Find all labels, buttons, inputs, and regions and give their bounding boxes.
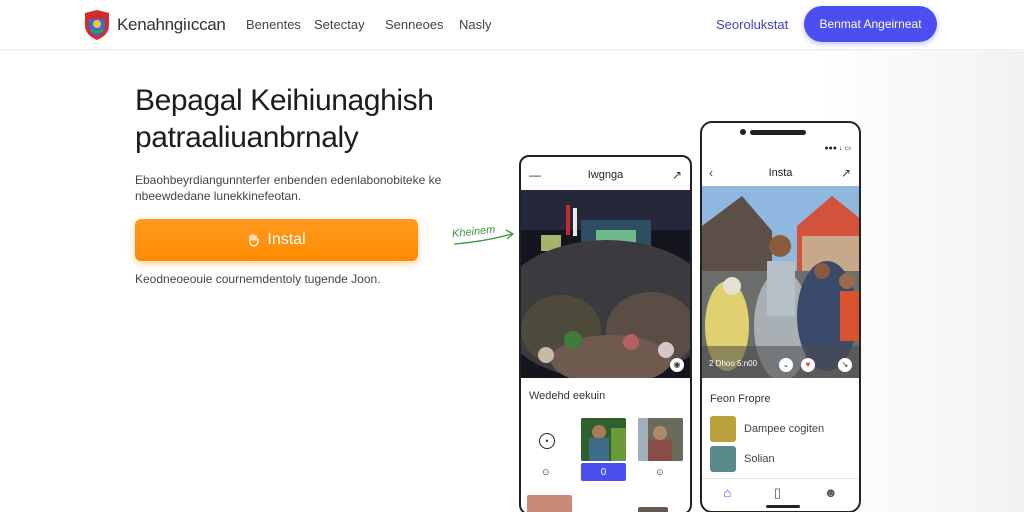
stat-1: ⊙ — [542, 467, 550, 477]
phone1-section-label: Wedehd eekuin — [529, 390, 606, 402]
thumbnail-2[interactable] — [638, 418, 683, 461]
phone2-header: ‹ Insta ↗ — [702, 165, 859, 181]
thumbnail-2-image — [638, 418, 683, 461]
phone1-header: — Iwgnga ↗ — [521, 167, 690, 183]
list-item[interactable]: Solian — [710, 446, 775, 472]
user-icon[interactable]: ☻ — [824, 485, 838, 500]
install-label: Instal — [267, 231, 306, 248]
list-item-thumbnail — [710, 446, 736, 472]
hero-title-line-1: Bepagal Keihiunaghish — [135, 84, 434, 117]
phone-icon[interactable]: ▯ — [774, 485, 781, 501]
phone-mockup-profile: ●●● ↓ ▭ ‹ Insta ↗ 2 Dhoo 5:n00 ⌄ ♥ ↘ Feo… — [700, 121, 861, 512]
back-icon[interactable]: ‹ — [709, 167, 713, 179]
thumbnail-1-image — [581, 418, 626, 461]
heart-icon[interactable]: ♥ — [801, 358, 815, 372]
phone-mockup-feed: — Iwgnga ↗ ◉ Wedehd eekuin • ⊙ 0 ⊙ — [519, 155, 692, 512]
hero-title-line-2: patraaliuanbrnaly — [135, 121, 359, 154]
phone1-title: Iwgnga — [587, 169, 624, 181]
concert-photo[interactable]: ◉ — [521, 190, 690, 378]
arrow-icon — [453, 229, 515, 245]
list-item-label: Dampee cogiten — [744, 423, 825, 435]
home-icon[interactable]: ⌂ — [723, 485, 731, 500]
landing-page: Kenahngiıccan Benentes Setectay Senneoes… — [0, 0, 1024, 512]
phone2-section-label: Feon Fropre — [710, 393, 771, 405]
camera-dot — [740, 129, 746, 135]
get-started-button[interactable]: Benmat Angeirneat — [804, 6, 937, 42]
hero-description-line-2: nbeewdedane lunekkinefeotan. — [135, 189, 302, 203]
menu-icon[interactable]: — — [529, 169, 541, 181]
stat-3: ⊙ — [656, 467, 664, 477]
nav-link-2[interactable]: Setectay — [314, 17, 365, 32]
photo-caption: 2 Dhoo 5:n00 — [709, 359, 758, 368]
list-item[interactable]: Dampee cogiten — [710, 416, 824, 442]
selected-tab[interactable]: 0 — [581, 463, 626, 481]
shield-logo-icon[interactable] — [83, 9, 111, 41]
share-icon[interactable]: ↗ — [841, 167, 851, 179]
hero-note: Keodneoeouie cournemdentoly tugende Joon… — [135, 272, 381, 286]
home-indicator — [766, 505, 800, 508]
nav-link-4[interactable]: Nasly — [459, 17, 492, 32]
speaker-notch — [750, 130, 806, 135]
install-button[interactable]: Instal — [135, 219, 418, 261]
thumbnail-1[interactable] — [581, 418, 626, 461]
brand-name[interactable]: Kenahngiıccan — [117, 15, 226, 35]
thumbnail-3[interactable] — [527, 495, 572, 512]
expand-icon[interactable]: ↘ — [838, 358, 852, 372]
profile-photo[interactable]: 2 Dhoo 5:n00 ⌄ ♥ ↘ — [702, 186, 859, 378]
sound-icon[interactable]: ◉ — [670, 358, 684, 372]
sign-in-link[interactable]: Seorolukstat — [716, 17, 788, 32]
nav-link-3[interactable]: Senneoes — [385, 17, 444, 32]
stat-2: 0 — [600, 466, 607, 478]
bottom-tab-bar: ⌂ ▯ ☻ — [702, 478, 859, 506]
share-icon[interactable]: ↗ — [672, 169, 682, 181]
list-item-thumbnail — [710, 416, 736, 442]
play-icon[interactable]: • — [539, 433, 555, 449]
hand-icon — [249, 234, 260, 247]
concert-image — [521, 190, 690, 378]
thumbnail-4[interactable] — [638, 507, 668, 512]
list-item-label: Solian — [744, 453, 775, 465]
hero-description: Ebaohbeyrdiangunnterfer enbenden edenlab… — [135, 172, 445, 204]
status-bar: ●●● ↓ ▭ — [824, 145, 851, 152]
chevron-down-icon[interactable]: ⌄ — [779, 358, 793, 372]
top-navigation: Kenahngiıccan Benentes Setectay Senneoes… — [0, 0, 1024, 50]
nav-link-1[interactable]: Benentes — [246, 17, 301, 32]
village-image — [702, 186, 859, 378]
phone2-title: Insta — [768, 167, 793, 179]
hero-description-line-1: Ebaohbeyrdiangunnterfer enbenden edenlab… — [135, 173, 442, 187]
